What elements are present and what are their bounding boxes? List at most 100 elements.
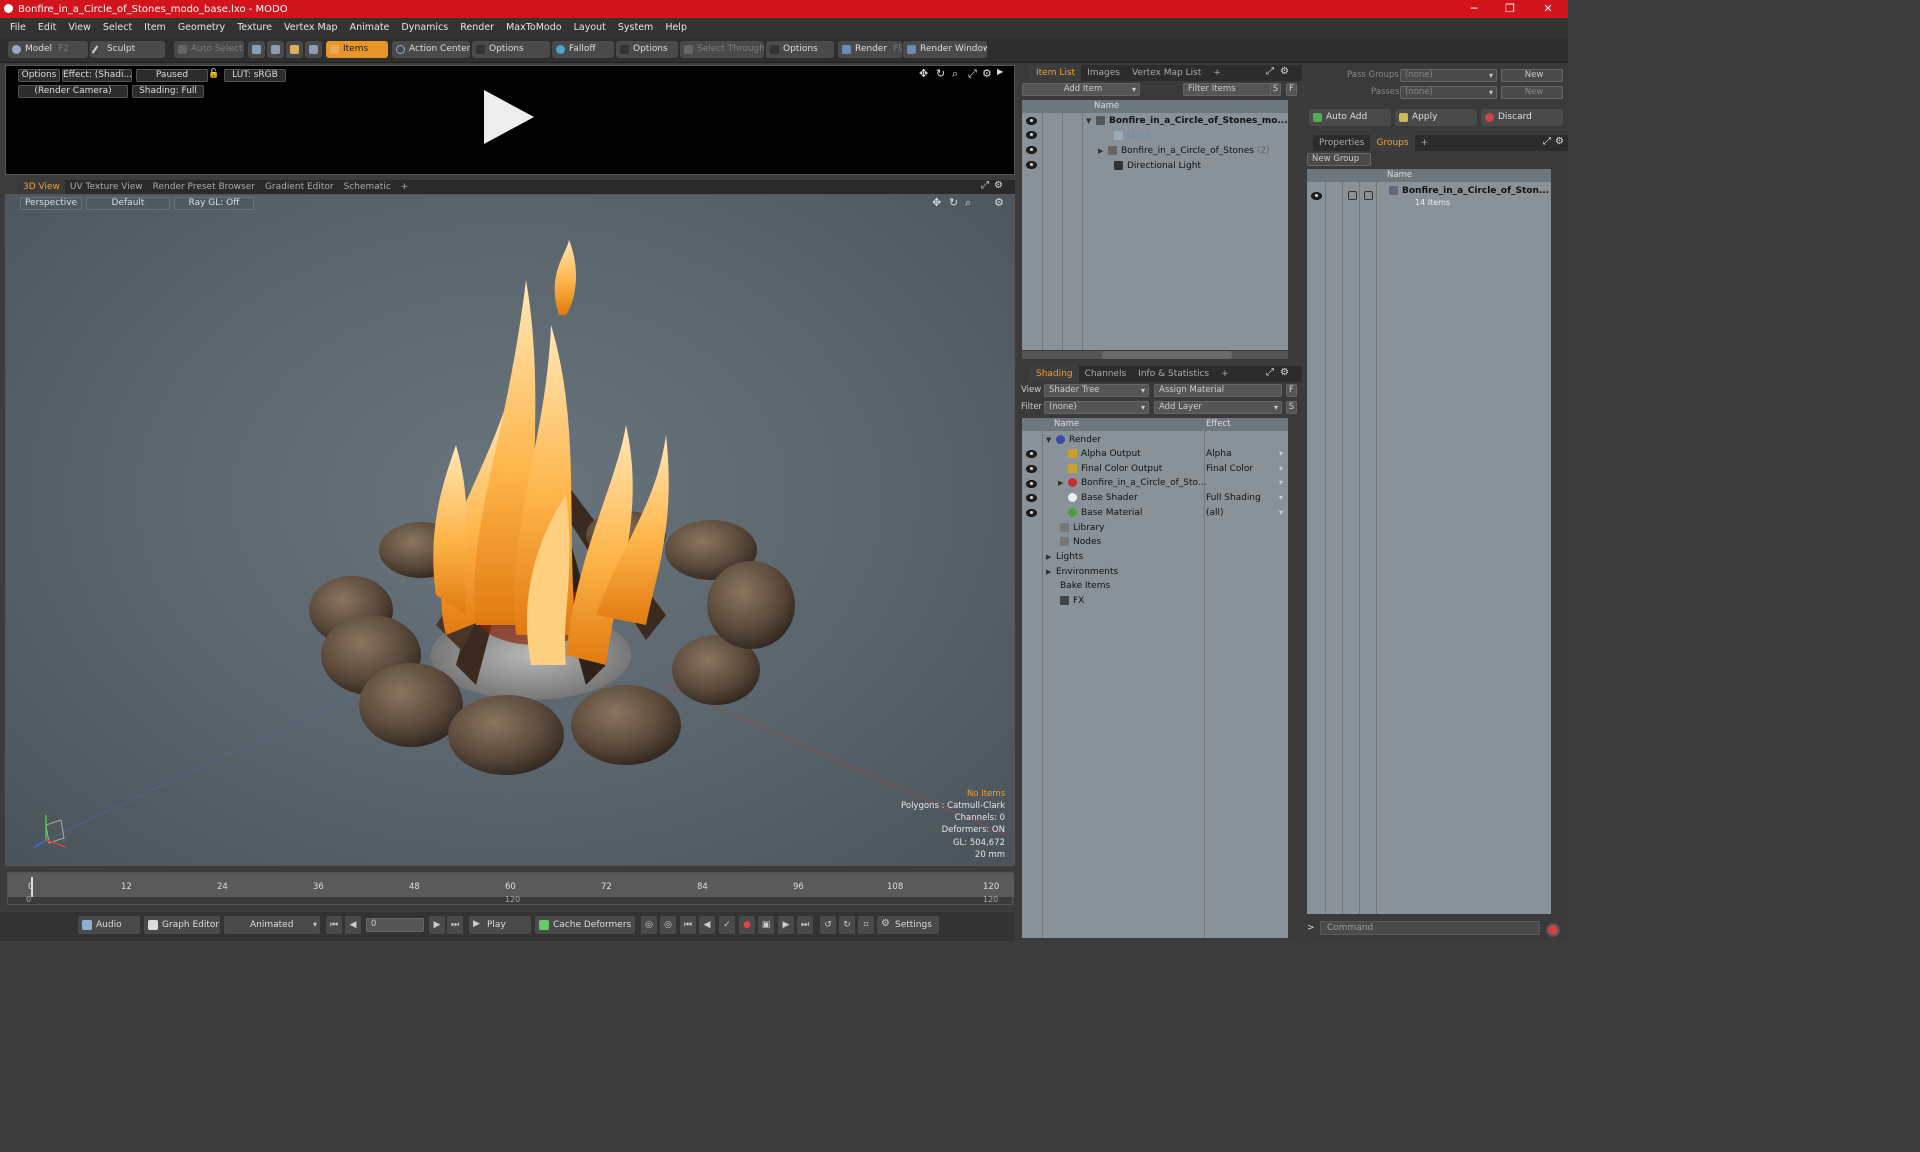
select-through-button[interactable]: Select Through	[680, 41, 764, 58]
effect-dropdown[interactable]: (all)	[1206, 506, 1286, 520]
tab-3d-view[interactable]: 3D View	[18, 180, 65, 194]
filter-dropdown[interactable]: (none)	[1044, 401, 1149, 414]
preview-paused-button[interactable]: Paused	[136, 69, 208, 82]
view-dropdown[interactable]: Shader Tree	[1044, 384, 1149, 397]
loop-icon[interactable]: ↺	[820, 916, 836, 934]
preview-lut-dropdown[interactable]: LUT: sRGB	[224, 69, 286, 82]
next-frame-icon[interactable]: ▶	[778, 916, 794, 934]
settings-button[interactable]: ⚙ Settings	[877, 916, 939, 934]
materials-mode-button[interactable]	[305, 41, 322, 58]
visibility-eye-icon[interactable]	[1026, 161, 1037, 169]
effect-dropdown[interactable]: Full Shading	[1206, 491, 1286, 505]
groups-list[interactable]: Name Bonfire_in_a_Circle_of_Ston... 14 I…	[1307, 169, 1551, 914]
new-pass-group-button[interactable]: New	[1501, 69, 1563, 82]
audio-button[interactable]: Audio	[78, 916, 140, 934]
tab-info-statistics[interactable]: Info & Statistics	[1132, 366, 1215, 382]
prev-key-button[interactable]: ◀	[345, 916, 361, 934]
new-group-button[interactable]: New Group	[1307, 153, 1371, 166]
auto-key-icon[interactable]: ◎	[660, 916, 676, 934]
tab-shading[interactable]: Shading	[1030, 366, 1079, 382]
item-row-light[interactable]: Directional Light	[1114, 159, 1201, 173]
move-view-icon[interactable]: ✥	[919, 67, 928, 80]
command-input[interactable]: Command	[1320, 921, 1540, 935]
maximize-icon[interactable]: ⤢	[1543, 136, 1551, 147]
sculpt-mode-button[interactable]: Sculpt	[90, 41, 165, 58]
pass-groups-dropdown[interactable]: (none)	[1400, 69, 1497, 82]
menu-animate[interactable]: Animate	[344, 22, 396, 33]
effect-dropdown[interactable]: Alpha	[1206, 447, 1286, 461]
menu-render[interactable]: Render	[454, 22, 500, 33]
minimize-button[interactable]: ─	[1456, 0, 1492, 18]
discard-button[interactable]: Discard	[1481, 109, 1563, 126]
lock-icon[interactable]: 🔓	[208, 69, 219, 79]
go-to-end-button[interactable]: ⏭	[447, 916, 463, 934]
shader-row-environments[interactable]: ▶ Environments	[1046, 565, 1118, 579]
falloff-button[interactable]: Falloff	[552, 41, 614, 58]
horizontal-scrollbar[interactable]	[1022, 351, 1288, 359]
restore-button[interactable]: ❐	[1492, 0, 1528, 18]
next-key-button[interactable]: ▶	[429, 916, 445, 934]
preview-camera-dropdown[interactable]: (Render Camera)	[18, 85, 128, 98]
add-tab-button[interactable]: +	[396, 180, 414, 194]
tab-groups[interactable]: Groups	[1370, 135, 1415, 151]
menu-help[interactable]: Help	[659, 22, 693, 33]
add-item-dropdown[interactable]: Add Item	[1022, 83, 1140, 96]
close-button[interactable]: ✕	[1530, 0, 1566, 18]
viewport-maximize-icon[interactable]: ⤢	[981, 180, 989, 191]
add-tab-button[interactable]: +	[1207, 65, 1227, 81]
select-checkbox[interactable]	[1364, 191, 1373, 200]
expand-arrow-icon[interactable]: >	[1307, 923, 1315, 933]
current-frame-input[interactable]: 0	[366, 918, 424, 932]
maximize-icon[interactable]: ⤢	[1266, 367, 1274, 378]
sync-icon[interactable]: ↻	[839, 916, 855, 934]
shader-row-library[interactable]: Library	[1060, 521, 1104, 535]
edges-mode-button[interactable]	[267, 41, 284, 58]
graph-editor-button[interactable]: Graph Editor	[144, 916, 220, 934]
3d-viewport[interactable]: Perspective Default Ray GL: Off ✥ ↻ ⌕ ⚙	[5, 194, 1015, 866]
filter-items-input[interactable]: Filter Items	[1183, 83, 1281, 96]
visibility-eye-icon[interactable]	[1026, 117, 1037, 125]
menu-vertex-map[interactable]: Vertex Map	[278, 22, 344, 33]
zoom-view-icon[interactable]: ⌕	[952, 67, 958, 81]
menu-view[interactable]: View	[62, 22, 97, 33]
tab-render-preset-browser[interactable]: Render Preset Browser	[148, 180, 260, 194]
tab-channels[interactable]: Channels	[1079, 366, 1133, 382]
shader-row-render[interactable]: ▼ Render	[1046, 433, 1101, 447]
visibility-eye-icon[interactable]	[1026, 146, 1037, 154]
shader-row-lights[interactable]: ▶ Lights	[1046, 550, 1083, 564]
item-row-mesh[interactable]: Mesh	[1114, 129, 1151, 143]
preview-shading-dropdown[interactable]: Shading: Full	[132, 85, 204, 98]
item-list-tree[interactable]: Name ▼ Bonfire_in_a_Circle_of_Stones_mo..…	[1022, 100, 1288, 350]
model-mode-button[interactable]: Model F2	[8, 41, 88, 58]
tab-uv-texture-view[interactable]: UV Texture View	[65, 180, 148, 194]
key-options-icon[interactable]: ▣	[758, 916, 774, 934]
tab-images[interactable]: Images	[1081, 65, 1126, 81]
render-button[interactable]: Render F9	[838, 41, 902, 58]
snap-icon[interactable]: ⌗	[858, 916, 874, 934]
passes-dropdown[interactable]: (none)	[1400, 86, 1497, 99]
gear-icon[interactable]: ⚙	[1280, 66, 1289, 77]
vertices-mode-button[interactable]	[248, 41, 265, 58]
menu-select[interactable]: Select	[97, 22, 138, 33]
filter-f-button[interactable]: F	[1286, 83, 1297, 96]
falloff-options-button[interactable]: Options	[616, 41, 678, 58]
visibility-eye-icon[interactable]	[1026, 131, 1037, 139]
auto-select-button[interactable]: Auto Select	[174, 41, 244, 58]
last-key-icon[interactable]: ⏭	[797, 916, 813, 934]
add-layer-dropdown[interactable]: Add Layer	[1154, 401, 1282, 414]
render-window-button[interactable]: Render Window	[903, 41, 987, 58]
visibility-eye-icon[interactable]	[1026, 494, 1037, 502]
animated-dropdown[interactable]: Animated	[224, 916, 320, 934]
item-row-scene[interactable]: ▼ Bonfire_in_a_Circle_of_Stones_mo...	[1086, 114, 1288, 128]
group-row[interactable]: Bonfire_in_a_Circle_of_Ston...	[1389, 184, 1549, 198]
shader-row-alpha-output[interactable]: Alpha Output	[1068, 447, 1141, 461]
add-tab-button[interactable]: +	[1215, 366, 1235, 382]
tab-item-list[interactable]: Item List	[1030, 65, 1082, 81]
menu-edit[interactable]: Edit	[32, 22, 62, 33]
gear-icon[interactable]: ⚙	[1280, 367, 1289, 378]
prev-frame-icon[interactable]: ◀	[699, 916, 715, 934]
play-icon[interactable]	[484, 90, 534, 144]
menu-maxtomodo[interactable]: MaxToModo	[500, 22, 568, 33]
set-key-icon[interactable]: ✓	[719, 916, 735, 934]
maximize-icon[interactable]: ⤢	[968, 67, 977, 81]
